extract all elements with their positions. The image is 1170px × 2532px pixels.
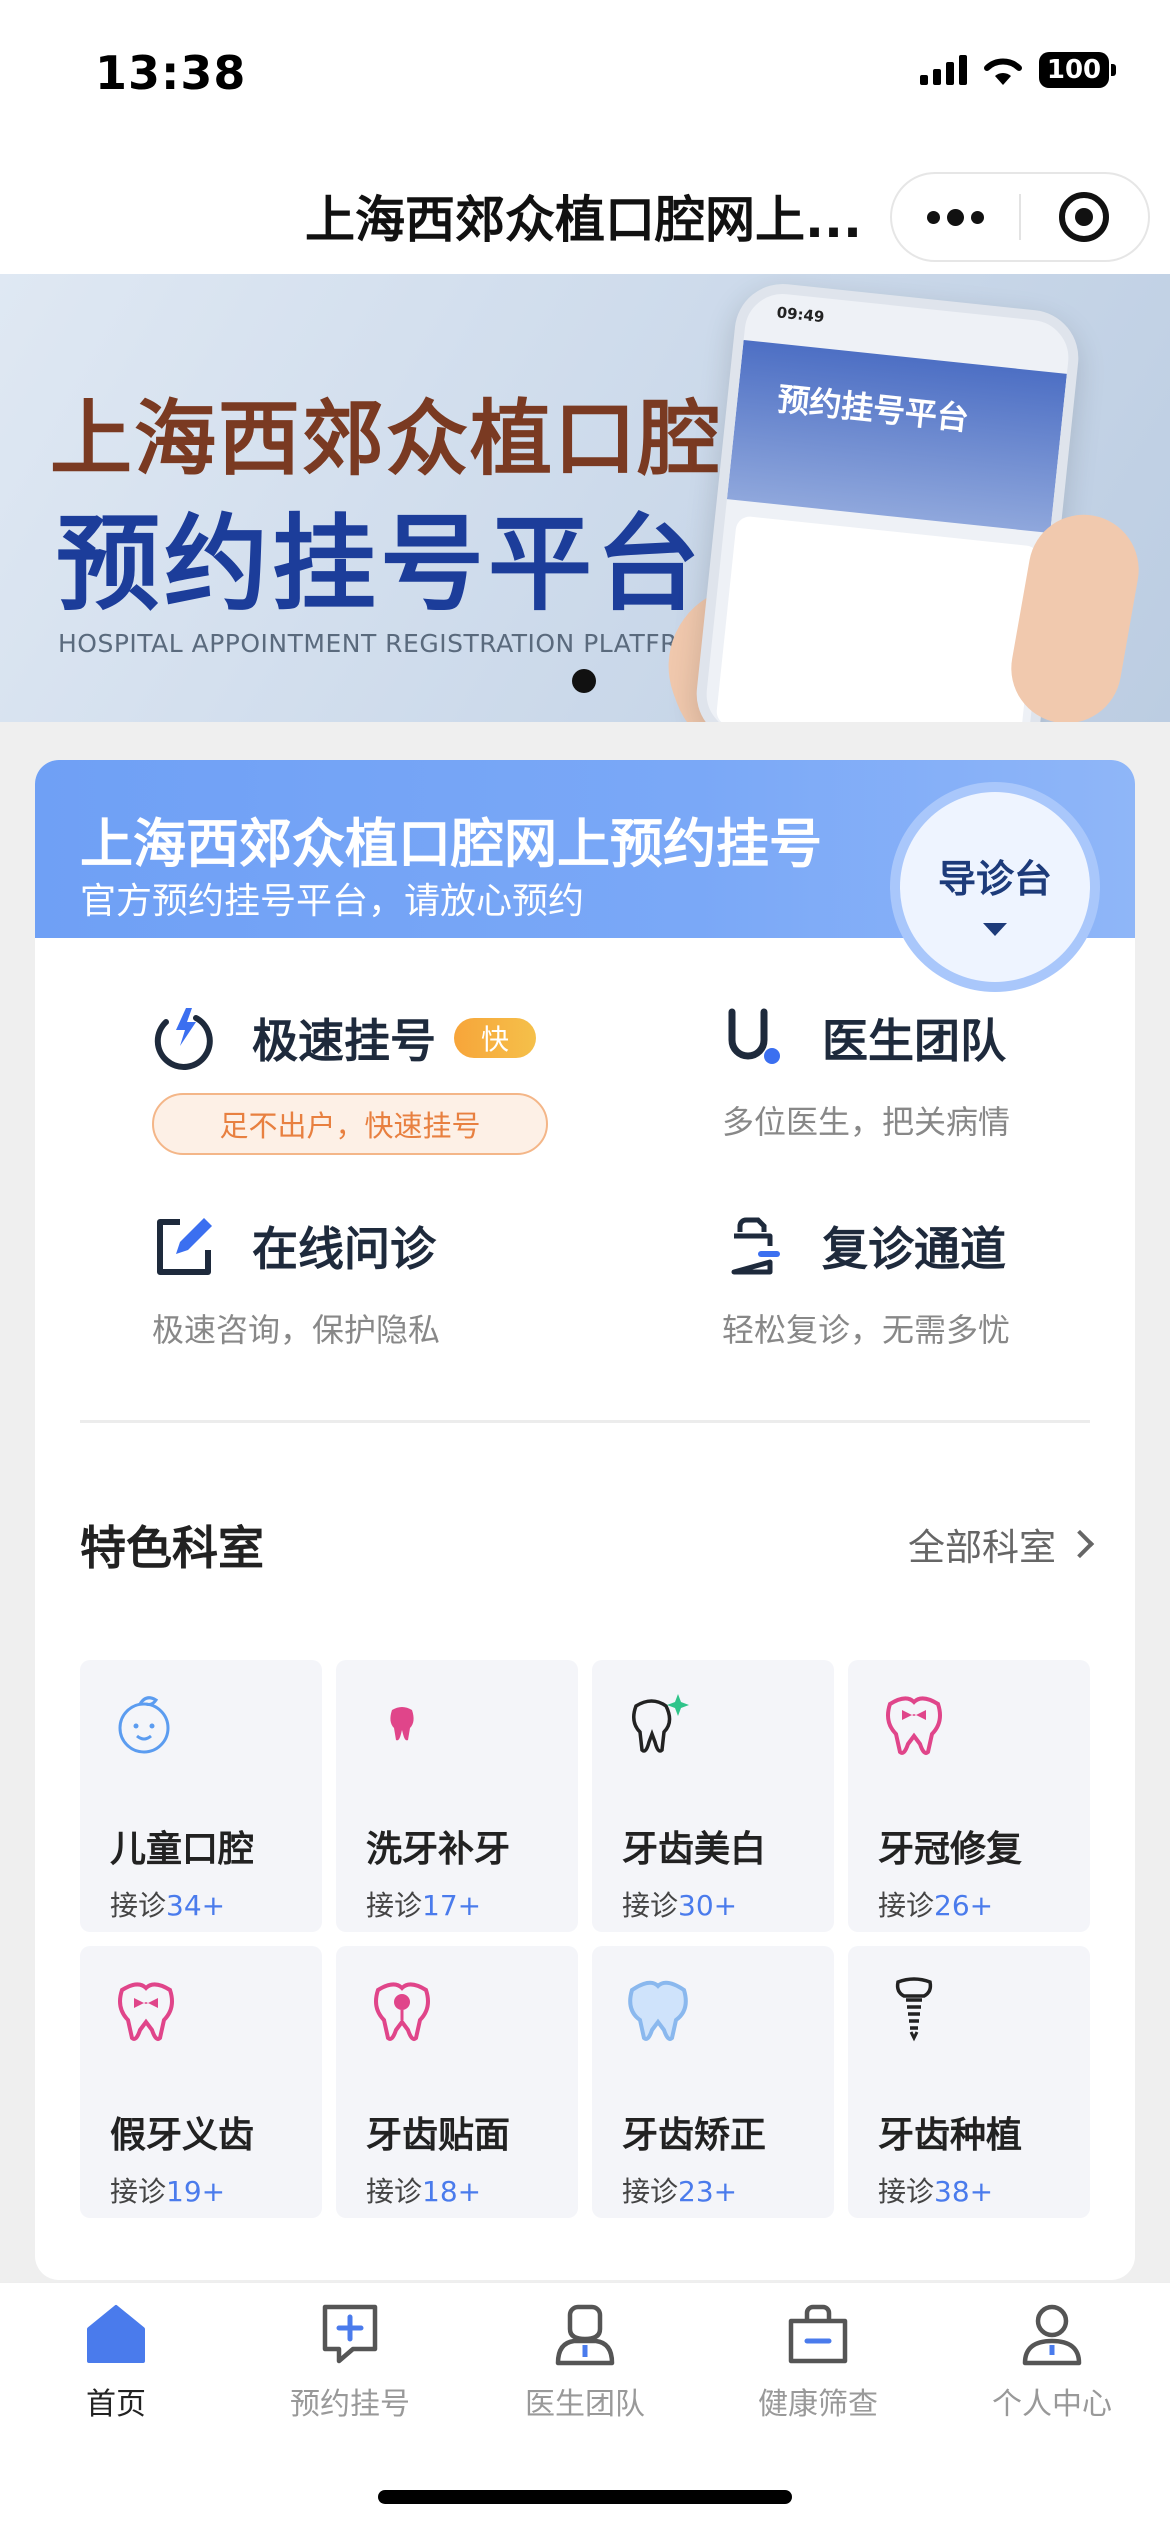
- status-bar: 13:38 100: [0, 0, 1170, 150]
- wifi-icon: [984, 58, 1022, 85]
- banner-platform-title: 预约挂号平台: [56, 503, 705, 625]
- stethoscope-icon: [728, 1008, 780, 1064]
- baby-face-icon: [118, 1696, 170, 1754]
- all-departments-link[interactable]: 全部科室: [908, 1517, 1095, 1571]
- home-icon: [87, 2305, 145, 2363]
- card-subtitle: 官方预约挂号平台，请放心预约: [80, 881, 585, 922]
- status-time: 13:38: [95, 46, 247, 100]
- implant-icon: [895, 1977, 933, 2042]
- tab-home[interactable]: 首页: [16, 2301, 216, 2423]
- tab-label: 医生团队: [525, 2387, 645, 2422]
- tab-label: 个人中心: [992, 2387, 1112, 2422]
- department-card[interactable]: 洗牙补牙 接诊17+: [336, 1660, 578, 1932]
- guide-desk-label: 导诊台: [937, 857, 1052, 901]
- department-name: 牙齿种植: [878, 2115, 1023, 2156]
- department-card[interactable]: 牙齿美白 接诊30+: [592, 1660, 834, 1932]
- page-title: 上海西郊众植口腔网上...: [305, 191, 862, 249]
- department-card[interactable]: 牙齿矫正 接诊23+: [592, 1946, 834, 2218]
- department-count: 接诊23+: [622, 2175, 738, 2208]
- department-card[interactable]: 牙冠修复 接诊26+: [848, 1660, 1090, 1932]
- revisit-bag-icon: [731, 1217, 780, 1275]
- tab-health-check[interactable]: 健康筛查: [718, 2301, 918, 2423]
- tab-appointment[interactable]: 预约挂号: [250, 2301, 450, 2423]
- bag-icon: [788, 2304, 848, 2364]
- department-name: 儿童口腔: [110, 1829, 255, 1870]
- fast-register-icon: [154, 1008, 213, 1070]
- department-name: 牙齿美白: [622, 1829, 767, 1870]
- tab-label: 预约挂号: [290, 2387, 410, 2422]
- chevron-right-icon: [1065, 1529, 1095, 1559]
- signal-icon: [920, 55, 967, 85]
- crown-tooth-icon: [886, 1696, 942, 1755]
- tab-label: 健康筛查: [758, 2387, 878, 2422]
- service-title: 在线问诊: [252, 1222, 436, 1276]
- department-name: 牙冠修复: [878, 1829, 1023, 1870]
- battery-level: 100: [1039, 52, 1109, 88]
- sparkle-tooth-icon: [632, 1694, 689, 1753]
- department-count: 接诊30+: [622, 1889, 738, 1922]
- mini-program-capsule: [890, 172, 1150, 262]
- service-fast-register[interactable]: 极速挂号 快 足不出户，快速挂号: [152, 1005, 548, 1155]
- all-departments-label: 全部科室: [908, 1526, 1056, 1569]
- service-title: 医生团队: [822, 1014, 1006, 1068]
- department-card[interactable]: 牙齿贴面 接诊18+: [336, 1946, 578, 2218]
- fast-badge: 快: [454, 1018, 536, 1058]
- veneer-icon: [374, 1982, 430, 2041]
- home-indicator: [378, 2490, 792, 2504]
- service-title: 复诊通道: [822, 1222, 1006, 1276]
- department-card[interactable]: 儿童口腔 接诊34+: [80, 1660, 322, 1932]
- more-menu-icon[interactable]: [892, 174, 1019, 260]
- department-card[interactable]: 假牙义齿 接诊19+: [80, 1946, 322, 2218]
- phone-mockup-time: 09:49: [775, 303, 826, 327]
- battery-icon: 100: [1039, 52, 1116, 88]
- user-icon: [1022, 2304, 1082, 2366]
- service-title: 极速挂号: [252, 1014, 436, 1068]
- banner-english-title: HOSPITAL APPOINTMENT REGISTRATION PLATFR…: [58, 629, 721, 658]
- department-name: 洗牙补牙: [366, 1829, 511, 1870]
- department-count: 接诊26+: [878, 1889, 994, 1922]
- banner-carousel[interactable]: 上海西郊众植口腔 预约挂号平台 HOSPITAL APPOINTMENT REG…: [0, 274, 1170, 722]
- service-desc: 轻松复诊，无需多忧: [722, 1311, 1011, 1349]
- fast-tag: 足不出户，快速挂号: [152, 1093, 548, 1155]
- close-mini-program-icon[interactable]: [1021, 174, 1148, 260]
- department-count: 接诊17+: [366, 1889, 482, 1922]
- department-name: 牙齿贴面: [366, 2115, 511, 2156]
- service-desc: 多位医生，把关病情: [722, 1103, 1011, 1141]
- section-title: 特色科室: [80, 1521, 264, 1575]
- tab-label: 首页: [86, 2387, 146, 2422]
- phone-mockup-card: [715, 515, 1041, 722]
- tab-doctor-team[interactable]: 医生团队: [485, 2301, 685, 2423]
- edit-icon: [157, 1218, 212, 1275]
- tooth-icon: [390, 1707, 414, 1741]
- department-grid: 儿童口腔 接诊34+ 洗牙补牙 接诊17+ 牙齿美白 接诊30+ 牙冠修复 接诊…: [80, 1660, 1090, 2218]
- department-card[interactable]: 牙齿种植 接诊38+: [848, 1946, 1090, 2218]
- carousel-indicator[interactable]: [572, 669, 596, 693]
- banner-hospital-name: 上海西郊众植口腔: [50, 392, 723, 487]
- service-revisit[interactable]: 复诊通道 轻松复诊，无需多忧: [722, 1213, 1010, 1351]
- denture-icon: [118, 1982, 174, 2041]
- department-name: 假牙义齿: [110, 2115, 255, 2156]
- tab-profile[interactable]: 个人中心: [952, 2301, 1152, 2423]
- department-name: 牙齿矫正: [622, 2115, 767, 2156]
- service-desc: 极速咨询，保护隐私: [152, 1311, 441, 1349]
- caret-down-icon: [983, 923, 1007, 936]
- card-title: 上海西郊众植口腔网上预约挂号: [80, 814, 822, 875]
- department-count: 接诊38+: [878, 2175, 994, 2208]
- navigation-bar: 上海西郊众植口腔网上...: [0, 150, 1170, 274]
- main-card: 上海西郊众植口腔网上预约挂号 官方预约挂号平台，请放心预约 导诊台 极速挂号 快…: [35, 760, 1135, 2280]
- chat-plus-icon: [322, 2304, 378, 2364]
- service-online-consult[interactable]: 在线问诊 极速咨询，保护隐私: [152, 1213, 440, 1351]
- department-count: 接诊18+: [366, 2175, 482, 2208]
- department-count: 接诊19+: [110, 2175, 226, 2208]
- status-icons: 100: [920, 52, 1116, 88]
- department-count: 接诊34+: [110, 1889, 226, 1922]
- braces-tooth-icon: [628, 1980, 688, 2041]
- doctor-icon: [555, 2304, 615, 2366]
- guide-desk-button[interactable]: 导诊台: [890, 782, 1100, 992]
- divider: [80, 1420, 1090, 1423]
- service-doctor-team[interactable]: 医生团队 多位医生，把关病情: [722, 1005, 1010, 1143]
